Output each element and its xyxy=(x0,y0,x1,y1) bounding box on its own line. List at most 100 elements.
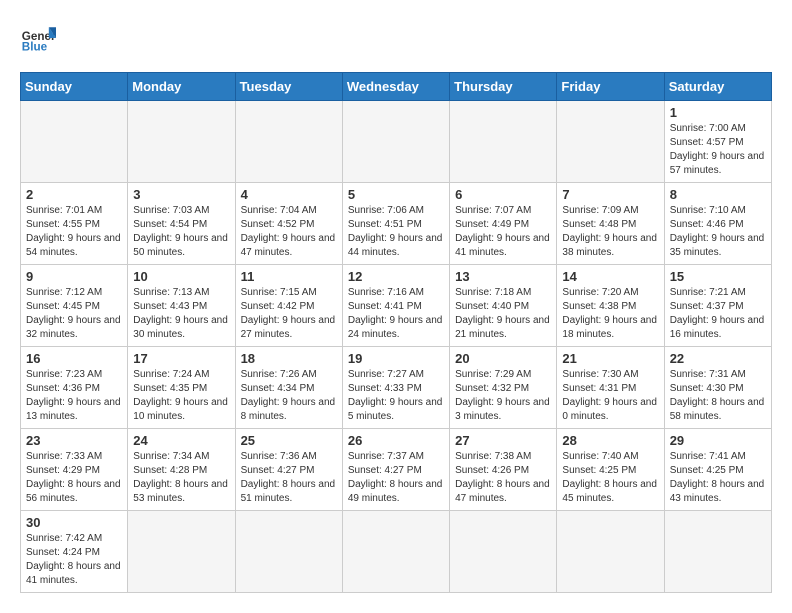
logo: General Blue xyxy=(20,20,62,56)
day-number: 18 xyxy=(241,351,337,366)
day-number: 4 xyxy=(241,187,337,202)
calendar-cell xyxy=(450,511,557,593)
weekday-tuesday: Tuesday xyxy=(235,73,342,101)
weekday-thursday: Thursday xyxy=(450,73,557,101)
day-number: 25 xyxy=(241,433,337,448)
day-info: Sunrise: 7:29 AM Sunset: 4:32 PM Dayligh… xyxy=(455,368,551,424)
day-number: 7 xyxy=(562,187,658,202)
day-number: 22 xyxy=(670,351,766,366)
day-number: 20 xyxy=(455,351,551,366)
day-number: 10 xyxy=(133,269,229,284)
calendar-cell: 2Sunrise: 7:01 AM Sunset: 4:55 PM Daylig… xyxy=(21,183,128,265)
day-number: 11 xyxy=(241,269,337,284)
weekday-monday: Monday xyxy=(128,73,235,101)
day-number: 6 xyxy=(455,187,551,202)
weekday-sunday: Sunday xyxy=(21,73,128,101)
calendar-week-4: 23Sunrise: 7:33 AM Sunset: 4:29 PM Dayli… xyxy=(21,429,772,511)
calendar-cell: 4 Sunrise: 7:04 AM Sunset: 4:52 PM Daylig… xyxy=(235,183,342,265)
day-info: Sunrise: 7:21 AM Sunset: 4:37 PM Dayligh… xyxy=(670,286,766,342)
page-header: General Blue xyxy=(20,20,772,56)
weekday-friday: Friday xyxy=(557,73,664,101)
calendar-cell: 18 Sunrise: 7:26 AM Sunset: 4:34 PM Dayli… xyxy=(235,347,342,429)
calendar-cell xyxy=(342,101,449,183)
day-number: 27 xyxy=(455,433,551,448)
day-info: Sunrise: 7:36 AM Sunset: 4:27 PM Dayligh… xyxy=(241,450,337,506)
calendar-cell xyxy=(21,101,128,183)
calendar: SundayMondayTuesdayWednesdayThursdayFrid… xyxy=(20,72,772,593)
day-info: Sunrise: 7:30 AM Sunset: 4:31 PM Dayligh… xyxy=(562,368,658,424)
day-number: 14 xyxy=(562,269,658,284)
day-info: Sunrise: 7:42 AM Sunset: 4:24 PM Dayligh… xyxy=(26,532,122,588)
day-info: Sunrise: 7:09 AM Sunset: 4:48 PM Dayligh… xyxy=(562,204,658,260)
calendar-cell xyxy=(128,101,235,183)
day-number: 15 xyxy=(670,269,766,284)
day-info: Sunrise: 7:34 AM Sunset: 4:28 PM Dayligh… xyxy=(133,450,229,506)
calendar-cell: 23Sunrise: 7:33 AM Sunset: 4:29 PM Dayli… xyxy=(21,429,128,511)
day-info: Sunrise: 7:41 AM Sunset: 4:25 PM Dayligh… xyxy=(670,450,766,506)
day-number: 2 xyxy=(26,187,122,202)
calendar-week-5: 30 Sunrise: 7:42 AM Sunset: 4:24 PM Dayli… xyxy=(21,511,772,593)
day-info: Sunrise: 7:18 AM Sunset: 4:40 PM Dayligh… xyxy=(455,286,551,342)
day-info: Sunrise: 7:15 AM Sunset: 4:42 PM Dayligh… xyxy=(241,286,337,342)
weekday-header-row: SundayMondayTuesdayWednesdayThursdayFrid… xyxy=(21,73,772,101)
calendar-cell xyxy=(557,511,664,593)
calendar-week-0: 1Sunrise: 7:00 AM Sunset: 4:57 PM Daylig… xyxy=(21,101,772,183)
day-number: 3 xyxy=(133,187,229,202)
day-number: 21 xyxy=(562,351,658,366)
calendar-cell: 13 Sunrise: 7:18 AM Sunset: 4:40 PM Dayli… xyxy=(450,265,557,347)
day-number: 28 xyxy=(562,433,658,448)
day-info: Sunrise: 7:23 AM Sunset: 4:36 PM Dayligh… xyxy=(26,368,122,424)
calendar-cell: 21 Sunrise: 7:30 AM Sunset: 4:31 PM Dayli… xyxy=(557,347,664,429)
calendar-cell: 15 Sunrise: 7:21 AM Sunset: 4:37 PM Dayli… xyxy=(664,265,771,347)
calendar-cell xyxy=(450,101,557,183)
calendar-cell: 9Sunrise: 7:12 AM Sunset: 4:45 PM Daylig… xyxy=(21,265,128,347)
calendar-cell: 6 Sunrise: 7:07 AM Sunset: 4:49 PM Daylig… xyxy=(450,183,557,265)
calendar-cell: 17 Sunrise: 7:24 AM Sunset: 4:35 PM Dayli… xyxy=(128,347,235,429)
calendar-cell: 25 Sunrise: 7:36 AM Sunset: 4:27 PM Dayli… xyxy=(235,429,342,511)
day-info: Sunrise: 7:13 AM Sunset: 4:43 PM Dayligh… xyxy=(133,286,229,342)
day-info: Sunrise: 7:07 AM Sunset: 4:49 PM Dayligh… xyxy=(455,204,551,260)
day-number: 8 xyxy=(670,187,766,202)
day-info: Sunrise: 7:06 AM Sunset: 4:51 PM Dayligh… xyxy=(348,204,444,260)
day-info: Sunrise: 7:26 AM Sunset: 4:34 PM Dayligh… xyxy=(241,368,337,424)
calendar-cell: 3 Sunrise: 7:03 AM Sunset: 4:54 PM Daylig… xyxy=(128,183,235,265)
day-info: Sunrise: 7:27 AM Sunset: 4:33 PM Dayligh… xyxy=(348,368,444,424)
day-info: Sunrise: 7:16 AM Sunset: 4:41 PM Dayligh… xyxy=(348,286,444,342)
logo-icon: General Blue xyxy=(20,20,56,56)
day-info: Sunrise: 7:24 AM Sunset: 4:35 PM Dayligh… xyxy=(133,368,229,424)
calendar-cell: 22 Sunrise: 7:31 AM Sunset: 4:30 PM Dayli… xyxy=(664,347,771,429)
day-number: 24 xyxy=(133,433,229,448)
day-number: 17 xyxy=(133,351,229,366)
day-number: 5 xyxy=(348,187,444,202)
day-number: 30 xyxy=(26,515,122,530)
day-number: 16 xyxy=(26,351,122,366)
day-info: Sunrise: 7:31 AM Sunset: 4:30 PM Dayligh… xyxy=(670,368,766,424)
day-info: Sunrise: 7:33 AM Sunset: 4:29 PM Dayligh… xyxy=(26,450,122,506)
day-number: 1 xyxy=(670,105,766,120)
calendar-cell: 8 Sunrise: 7:10 AM Sunset: 4:46 PM Daylig… xyxy=(664,183,771,265)
day-number: 19 xyxy=(348,351,444,366)
calendar-cell: 29Sunrise: 7:41 AM Sunset: 4:25 PM Dayli… xyxy=(664,429,771,511)
calendar-week-1: 2Sunrise: 7:01 AM Sunset: 4:55 PM Daylig… xyxy=(21,183,772,265)
calendar-cell: 14 Sunrise: 7:20 AM Sunset: 4:38 PM Dayli… xyxy=(557,265,664,347)
calendar-cell: 5 Sunrise: 7:06 AM Sunset: 4:51 PM Daylig… xyxy=(342,183,449,265)
day-info: Sunrise: 7:20 AM Sunset: 4:38 PM Dayligh… xyxy=(562,286,658,342)
calendar-cell xyxy=(557,101,664,183)
day-info: Sunrise: 7:38 AM Sunset: 4:26 PM Dayligh… xyxy=(455,450,551,506)
calendar-cell: 30 Sunrise: 7:42 AM Sunset: 4:24 PM Dayli… xyxy=(21,511,128,593)
calendar-cell: 7 Sunrise: 7:09 AM Sunset: 4:48 PM Daylig… xyxy=(557,183,664,265)
calendar-cell: 20 Sunrise: 7:29 AM Sunset: 4:32 PM Dayli… xyxy=(450,347,557,429)
svg-text:Blue: Blue xyxy=(22,41,48,54)
day-info: Sunrise: 7:04 AM Sunset: 4:52 PM Dayligh… xyxy=(241,204,337,260)
calendar-cell: 1Sunrise: 7:00 AM Sunset: 4:57 PM Daylig… xyxy=(664,101,771,183)
calendar-cell xyxy=(664,511,771,593)
day-info: Sunrise: 7:03 AM Sunset: 4:54 PM Dayligh… xyxy=(133,204,229,260)
weekday-saturday: Saturday xyxy=(664,73,771,101)
day-info: Sunrise: 7:10 AM Sunset: 4:46 PM Dayligh… xyxy=(670,204,766,260)
day-info: Sunrise: 7:40 AM Sunset: 4:25 PM Dayligh… xyxy=(562,450,658,506)
day-number: 13 xyxy=(455,269,551,284)
day-number: 26 xyxy=(348,433,444,448)
calendar-week-3: 16 Sunrise: 7:23 AM Sunset: 4:36 PM Dayli… xyxy=(21,347,772,429)
calendar-cell: 28 Sunrise: 7:40 AM Sunset: 4:25 PM Dayli… xyxy=(557,429,664,511)
calendar-cell xyxy=(235,101,342,183)
